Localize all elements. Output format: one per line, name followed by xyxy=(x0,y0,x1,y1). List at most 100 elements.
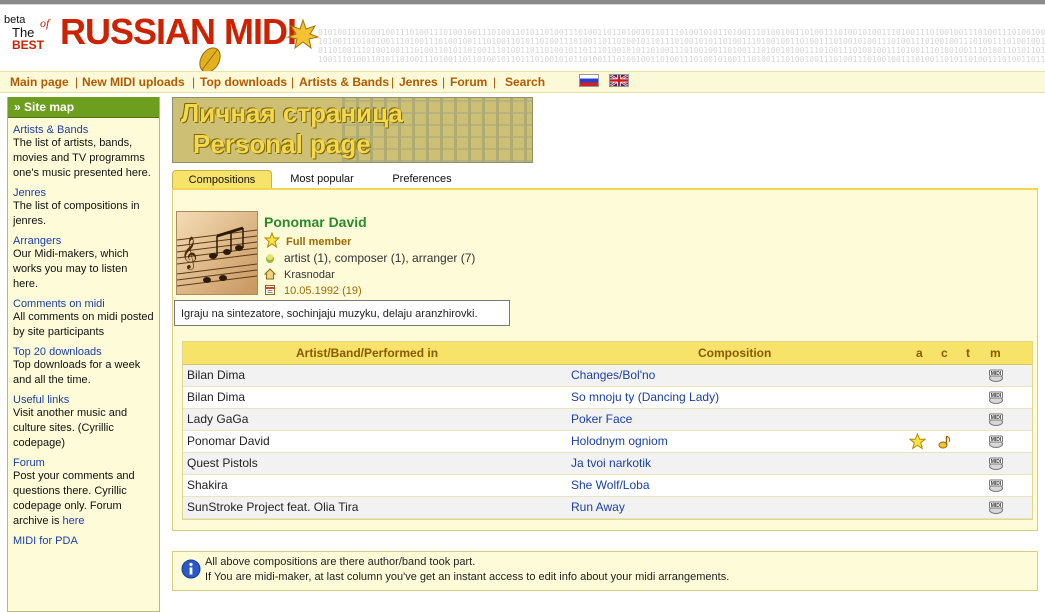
binary-pattern: 0101001110100100111010011101001001110100… xyxy=(318,28,1045,64)
row-composition-link[interactable]: Poker Face xyxy=(571,412,632,426)
sidebar-link-top20[interactable]: Top 20 downloads xyxy=(13,346,154,358)
sidebar-desc: Our Midi-makers, which works you may to … xyxy=(13,248,129,290)
sidebar-desc: All comments on midi posted by site part… xyxy=(13,311,154,338)
banner-title-ru: Личная страница xyxy=(181,98,403,128)
table-row: Bilan Dima Changes/Bol'no MIDI xyxy=(183,365,1032,387)
note-icon[interactable] xyxy=(938,434,952,449)
sidebar-link-arrangers[interactable]: Arrangers xyxy=(13,235,154,247)
city-text: Krasnodar xyxy=(284,269,335,281)
table-row: Shakira She Wolf/Loba MIDI xyxy=(183,475,1032,497)
forum-archive-link[interactable]: here xyxy=(63,515,85,527)
sidebar-item-links: Useful links Visit another music and cul… xyxy=(8,394,159,451)
row-composition-link[interactable]: Run Away xyxy=(571,500,625,514)
nav-jenres[interactable]: Jenres xyxy=(399,75,438,89)
sidebar-item-top20: Top 20 downloads Top downloads for a wee… xyxy=(8,346,159,388)
sidebar-desc: The list of artists, bands, movies and T… xyxy=(13,137,151,179)
header-c: c xyxy=(941,346,948,360)
table-row: Bilan Dima So mnoju ty (Dancing Lady) MIDI xyxy=(183,387,1032,409)
sidebar-link-jenres[interactable]: Jenres xyxy=(13,187,154,199)
compositions-panel: 𝄞 Ponomar David Full member artist (1), … xyxy=(172,188,1038,531)
midi-download-icon[interactable]: MIDI xyxy=(989,413,1003,426)
svg-text:MIDI: MIDI xyxy=(991,459,1002,465)
row-artist: Quest Pistols xyxy=(187,456,258,470)
sidebar-desc: Post your comments and questions there. … xyxy=(13,469,154,529)
membership-status: Full member xyxy=(286,236,352,248)
sidebar-item-artists: Artists & Bands The list of artists, ban… xyxy=(8,124,159,181)
sidebar-item-pda: MIDI for PDA xyxy=(8,535,159,547)
midi-download-icon[interactable]: MIDI xyxy=(989,369,1003,382)
midi-download-icon[interactable]: MIDI xyxy=(989,479,1003,492)
nav-artists-bands[interactable]: Artists & Bands xyxy=(299,75,389,89)
row-composition-link[interactable]: So mnoju ty (Dancing Lady) xyxy=(571,390,719,404)
sidebar-item-comments: Comments on midi All comments on midi po… xyxy=(8,298,159,340)
table-row: SunStroke Project feat. Olia Tira Run Awa… xyxy=(183,497,1032,519)
roles-row: artist (1), composer (1), arranger (7) xyxy=(264,251,475,265)
row-artist: Ponomar David xyxy=(187,434,270,448)
row-artist: Bilan Dima xyxy=(187,390,246,404)
sidebar-desc: Visit another music and culture sites. (… xyxy=(13,407,128,449)
roles-text: artist (1), composer (1), arranger (7) xyxy=(284,251,476,265)
profile-name: Ponomar David xyxy=(264,214,367,230)
sidebar-link-forum[interactable]: Forum xyxy=(13,457,154,469)
nav-separator: | xyxy=(75,75,79,89)
header-artist: Artist/Band/Performed in xyxy=(296,346,439,360)
nav-separator: | xyxy=(291,75,295,89)
logo-best: BEST xyxy=(12,38,45,52)
compositions-table: Artist/Band/Performed in Composition a c… xyxy=(182,341,1033,520)
sidebar-item-forum: Forum Post your comments and questions t… xyxy=(8,457,159,529)
star-icon xyxy=(264,232,280,248)
info-line-2: If You are midi-maker, at last column yo… xyxy=(205,571,730,583)
sheet-music-image: 𝄞 xyxy=(177,226,257,287)
nav-main-page[interactable]: Main page xyxy=(10,75,69,89)
membership-row: Full member xyxy=(264,232,351,248)
tab-compositions[interactable]: Compositions xyxy=(172,170,272,189)
svg-text:MIDI: MIDI xyxy=(991,503,1002,509)
svg-text:𝄞: 𝄞 xyxy=(181,236,198,270)
table-header: Artist/Band/Performed in Composition a c… xyxy=(183,342,1032,365)
nav-separator: | xyxy=(192,75,196,89)
sidebar-desc: Top downloads for a week and all the tim… xyxy=(13,359,141,386)
sidebar-link-artists[interactable]: Artists & Bands xyxy=(13,124,154,136)
info-box: All above compositions are there author/… xyxy=(172,551,1038,591)
uk-flag-icon[interactable] xyxy=(609,74,629,87)
ru-flag-icon[interactable] xyxy=(579,74,599,87)
svg-text:MIDI: MIDI xyxy=(991,481,1002,487)
nav-search[interactable]: Search xyxy=(505,75,545,89)
midi-download-icon[interactable]: MIDI xyxy=(989,391,1003,404)
row-artist: Bilan Dima xyxy=(187,368,246,382)
row-artist: Shakira xyxy=(187,478,228,492)
svg-text:MIDI: MIDI xyxy=(991,371,1002,377)
profile-tabs: Compositions Most popular Preferences xyxy=(172,170,1038,189)
midi-download-icon[interactable]: MIDI xyxy=(989,435,1003,448)
info-line-1: All above compositions are there author/… xyxy=(205,556,476,568)
row-artist: Lady GaGa xyxy=(187,412,249,426)
table-row: Lady GaGa Poker Face MIDI xyxy=(183,409,1032,431)
svg-text:MIDI: MIDI xyxy=(991,437,1002,443)
nav-top-downloads[interactable]: Top downloads xyxy=(200,75,287,89)
sidebar-desc: The list of compositions in jenres. xyxy=(13,200,140,227)
midi-download-icon[interactable]: MIDI xyxy=(989,501,1003,514)
row-composition-link[interactable]: Changes/Bol'no xyxy=(571,368,655,382)
table-row: Quest Pistols Ja tvoi narkotik MIDI xyxy=(183,453,1032,475)
nav-forum[interactable]: Forum xyxy=(450,75,487,89)
sidebar-link-pda[interactable]: MIDI for PDA xyxy=(13,535,154,547)
sidebar-item-jenres: Jenres The list of compositions in jenre… xyxy=(8,187,159,229)
nav-new-uploads[interactable]: New MIDI uploads xyxy=(82,75,185,89)
home-icon xyxy=(264,268,276,280)
row-composition-link[interactable]: Ja tvoi narkotik xyxy=(571,456,651,470)
site-map-title: » Site map xyxy=(8,97,159,118)
sidebar-link-comments[interactable]: Comments on midi xyxy=(13,298,154,310)
row-composition-link[interactable]: She Wolf/Loba xyxy=(571,478,650,492)
maple-leaf-icon xyxy=(286,18,320,50)
banner-title-en: Personal page xyxy=(193,129,371,159)
tab-most-popular[interactable]: Most popular xyxy=(276,170,368,188)
site-logo[interactable]: beta of The BEST RUSSIAN MIDI xyxy=(2,10,342,73)
sidebar-link-useful[interactable]: Useful links xyxy=(13,394,154,406)
tab-preferences[interactable]: Preferences xyxy=(378,170,466,188)
star-icon xyxy=(909,433,926,450)
nav-separator: | xyxy=(391,75,395,89)
midi-download-icon[interactable]: MIDI xyxy=(989,457,1003,470)
table-row: Ponomar David Holodnym ogniom MIDI xyxy=(183,431,1032,453)
row-artist: SunStroke Project feat. Olia Tira xyxy=(187,500,359,514)
row-composition-link[interactable]: Holodnym ogniom xyxy=(571,434,668,448)
